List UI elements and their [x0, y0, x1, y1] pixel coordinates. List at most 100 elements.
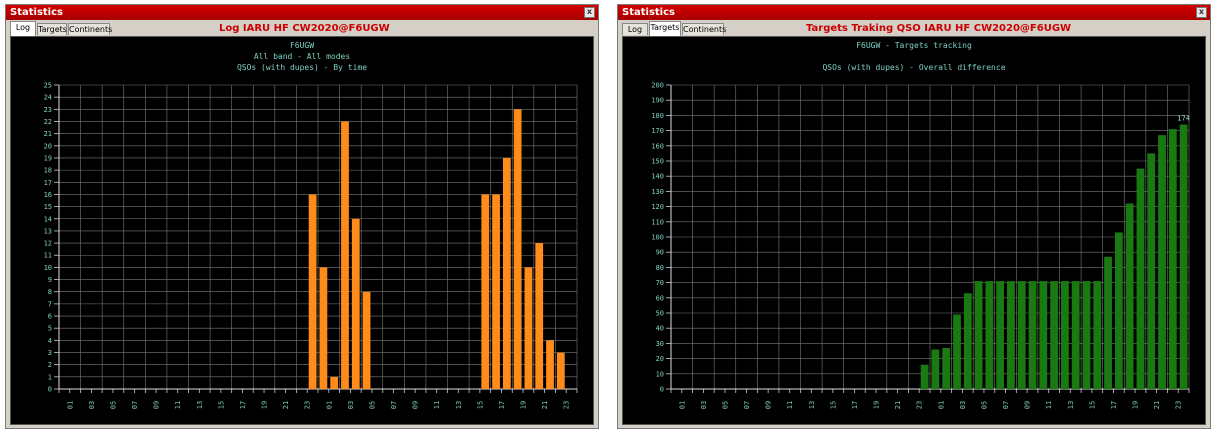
bar: [1082, 281, 1091, 389]
y-tick-label: 100: [651, 234, 664, 242]
bar: [308, 194, 317, 389]
y-tick-label: 23: [44, 106, 52, 114]
tab-continents[interactable]: Continents: [682, 23, 726, 35]
x-tick-label: 13: [196, 401, 204, 409]
y-tick-label: 21: [44, 130, 52, 138]
x-tick-label: 09: [1024, 401, 1032, 409]
bar: [1168, 129, 1177, 389]
y-tick-label: 0: [48, 386, 52, 394]
x-tick-label: 23: [304, 401, 312, 409]
tab-log[interactable]: Log: [622, 23, 648, 35]
x-tick-label: 15: [1088, 401, 1096, 409]
x-tick-label: 17: [1110, 401, 1118, 409]
bar: [524, 267, 533, 389]
y-tick-label: 10: [44, 264, 52, 272]
y-tick-label: 4: [48, 337, 52, 345]
bar: [985, 281, 994, 389]
close-icon[interactable]: x: [1196, 7, 1207, 18]
x-tick-label: 09: [765, 401, 773, 409]
x-tick-label: 13: [455, 401, 463, 409]
x-tick-label: 19: [261, 401, 269, 409]
bar: [341, 121, 349, 389]
x-tick-label: 15: [829, 401, 837, 409]
y-tick-label: 2: [48, 361, 52, 369]
y-tick-label: 90: [656, 249, 664, 257]
bar: [535, 243, 544, 389]
x-tick-label: 21: [541, 401, 549, 409]
x-tick-label: 01: [325, 401, 333, 409]
y-tick-label: 25: [44, 82, 52, 90]
x-tick-label: 17: [498, 401, 506, 409]
tab-targets[interactable]: Targets: [37, 23, 67, 35]
x-tick-label: 17: [851, 401, 859, 409]
x-tick-label: 13: [1067, 401, 1075, 409]
bar: [1017, 281, 1026, 389]
y-tick-label: 40: [656, 325, 664, 333]
bar: [1147, 153, 1156, 389]
y-tick-label: 12: [44, 240, 52, 248]
y-tick-label: 20: [44, 142, 52, 150]
bar: [481, 194, 490, 389]
y-tick-label: 8: [48, 288, 52, 296]
window-title: Statistics: [10, 7, 63, 18]
y-tick-label: 160: [651, 142, 664, 150]
y-tick-label: 150: [651, 158, 664, 166]
y-tick-label: 0: [660, 386, 664, 394]
statistics-window-log: Statistics x Log Targets Continents Log …: [5, 4, 599, 429]
y-tick-label: 24: [44, 94, 52, 102]
bar: [1093, 281, 1102, 389]
bar: [1007, 281, 1015, 389]
bar: [492, 194, 500, 389]
tab-log[interactable]: Log: [10, 21, 36, 36]
y-tick-label: 1: [48, 373, 52, 381]
bar: [1050, 281, 1058, 389]
x-tick-label: 03: [700, 401, 708, 409]
y-tick-label: 140: [651, 173, 664, 181]
x-tick-label: 11: [174, 401, 182, 409]
y-tick-label: 70: [656, 279, 664, 287]
bar: [1158, 135, 1166, 389]
bar: [920, 364, 929, 389]
x-tick-label: 21: [894, 401, 902, 409]
x-tick-label: 23: [1175, 401, 1183, 409]
bar: [996, 281, 1005, 389]
bar: [1061, 281, 1069, 389]
window-titlebar[interactable]: Statistics x: [618, 5, 1210, 20]
x-tick-label: 07: [131, 401, 139, 409]
bar: [1136, 168, 1145, 389]
bar: [953, 314, 961, 389]
bar: [963, 293, 972, 389]
bar: [502, 157, 511, 389]
x-tick-label: 21: [1153, 401, 1161, 409]
y-tick-label: 30: [656, 340, 664, 348]
x-tick-label: 17: [239, 401, 247, 409]
x-tick-label: 07: [743, 401, 751, 409]
tab-continents[interactable]: Continents: [68, 23, 112, 35]
y-tick-label: 22: [44, 118, 52, 126]
x-tick-label: 23: [563, 401, 571, 409]
y-tick-label: 10: [656, 370, 664, 378]
bar: [1125, 203, 1134, 389]
y-tick-label: 19: [44, 154, 52, 162]
bar: [931, 349, 940, 389]
bar: [513, 109, 522, 389]
x-tick-label: 03: [347, 401, 355, 409]
window-titlebar[interactable]: Statistics x: [6, 5, 598, 20]
y-tick-label: 7: [48, 300, 52, 308]
x-tick-label: 07: [390, 401, 398, 409]
y-tick-label: 5: [48, 325, 52, 333]
bar: [1039, 281, 1048, 389]
log-title: Log IARU HF CW2020@F6UGW: [219, 23, 390, 34]
bar: [942, 347, 951, 389]
x-tick-label: 13: [808, 401, 816, 409]
bar: [351, 218, 360, 389]
close-icon[interactable]: x: [584, 7, 595, 18]
y-tick-label: 11: [44, 252, 52, 260]
x-tick-label: 09: [153, 401, 161, 409]
tab-targets[interactable]: Targets: [649, 21, 681, 36]
x-tick-label: 19: [520, 401, 528, 409]
x-tick-label: 23: [916, 401, 924, 409]
y-tick-label: 14: [44, 215, 52, 223]
y-tick-label: 6: [48, 313, 52, 321]
x-tick-label: 19: [873, 401, 881, 409]
